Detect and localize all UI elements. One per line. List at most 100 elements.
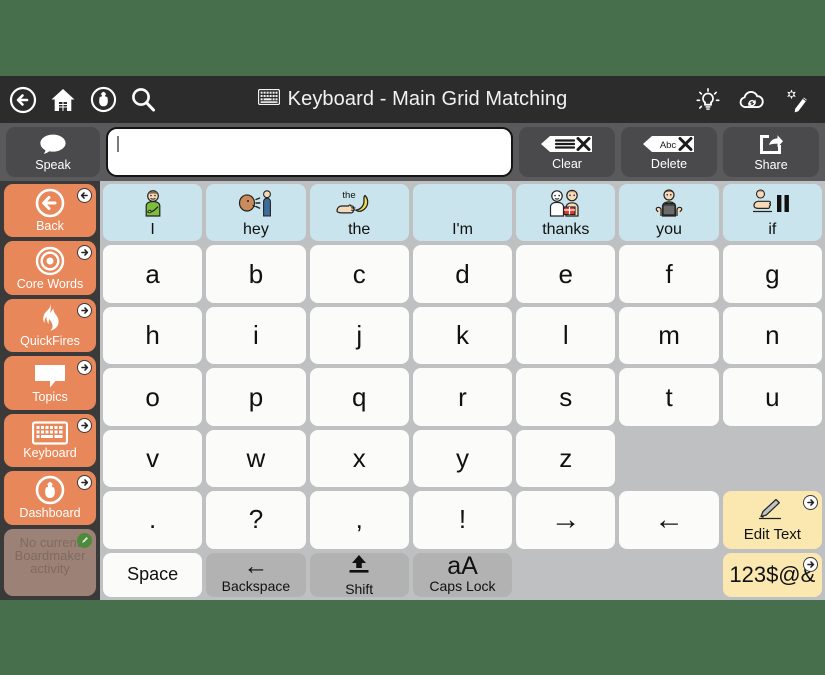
shift-arrow-icon — [344, 553, 374, 581]
key-b[interactable]: b — [206, 245, 306, 303]
prediction-cell-4[interactable]: I'm — [412, 184, 513, 242]
back-icon[interactable] — [8, 85, 38, 115]
cloud-sync-icon[interactable] — [737, 85, 767, 115]
header-right-icons — [693, 76, 811, 123]
sidebar-item-boardmaker-activity[interactable]: No current Boardmaker activity — [4, 528, 96, 596]
shift-label: Shift — [345, 580, 374, 597]
key-exclamation[interactable]: ! — [412, 491, 513, 549]
space-key[interactable]: Space — [103, 552, 203, 597]
delete-button[interactable]: Abc Delete — [621, 127, 717, 177]
prediction-label: thanks — [542, 221, 590, 239]
key-p[interactable]: p — [206, 368, 306, 426]
backspace-key[interactable]: ← Backspace — [206, 552, 306, 597]
clear-tag-icon — [539, 134, 595, 157]
hands-pointing-person-symbol — [650, 184, 688, 222]
keyboard-grid: I hey the the I'm thanks you if a b c d … — [100, 181, 825, 600]
gauge-icon — [35, 475, 65, 505]
key-s[interactable]: s — [516, 368, 616, 426]
symbols-key[interactable]: 123$@& — [722, 552, 822, 597]
magic-wand-icon[interactable] — [781, 85, 811, 115]
key-h[interactable]: h — [103, 306, 203, 365]
caps-lock-key[interactable]: aA Caps Lock — [412, 552, 513, 597]
lightbulb-icon[interactable] — [693, 85, 723, 115]
sidebar-item-label: Back — [36, 219, 64, 234]
sidebar-item-quickfires[interactable]: QuickFires — [4, 298, 96, 353]
key-comma[interactable]: , — [309, 491, 409, 549]
key-o[interactable]: o — [103, 368, 203, 426]
prediction-label: the — [348, 221, 371, 239]
search-icon[interactable] — [128, 85, 158, 115]
dashboard-gauge-icon[interactable] — [88, 85, 118, 115]
prediction-label: hey — [243, 221, 269, 239]
key-e[interactable]: e — [516, 245, 616, 303]
empty-cell — [723, 430, 822, 487]
clear-button[interactable]: Clear — [519, 127, 615, 177]
key-n[interactable]: n — [722, 306, 822, 365]
key-q[interactable]: q — [309, 368, 409, 426]
speech-bubble-icon — [33, 363, 67, 389]
key-v[interactable]: v — [103, 429, 203, 488]
message-toolbar: Speak Clear Abc Delete Share — [0, 123, 825, 181]
arrow-left-glyph: ← — [243, 552, 269, 580]
edit-text-key[interactable]: Edit Text — [722, 491, 822, 549]
key-w[interactable]: w — [206, 429, 306, 488]
key-period[interactable]: . — [103, 491, 203, 549]
sidebar-item-label: Dashboard — [19, 506, 81, 521]
share-button[interactable]: Share — [723, 127, 819, 177]
home-icon[interactable] — [48, 85, 78, 115]
sidebar-item-keyboard[interactable]: Keyboard — [4, 413, 96, 468]
keyboard-icon — [32, 421, 68, 445]
header-left-icons — [0, 85, 158, 115]
prediction-cell-6[interactable]: you — [619, 184, 719, 242]
prediction-cell-2[interactable]: hey — [206, 184, 306, 242]
pencil-icon — [755, 497, 789, 527]
page-title-text: Keyboard - Main Grid Matching — [287, 88, 568, 110]
sidebar-item-label: QuickFires — [20, 334, 80, 349]
arrow-left-glyph: ← — [654, 502, 685, 536]
sidebar-item-core-words[interactable]: Core Words — [4, 241, 96, 295]
shift-key[interactable]: Shift — [309, 552, 409, 597]
key-d[interactable]: d — [412, 245, 513, 303]
key-j[interactable]: j — [309, 306, 409, 365]
key-i[interactable]: i — [206, 306, 306, 365]
prediction-cell-1[interactable]: I — [103, 184, 203, 242]
key-question[interactable]: ? — [206, 491, 306, 549]
key-y[interactable]: y — [412, 429, 513, 488]
delete-button-label: Delete — [650, 156, 688, 171]
sidebar-item-topics[interactable]: Topics — [4, 356, 96, 410]
key-m[interactable]: m — [619, 306, 719, 365]
key-t[interactable]: t — [619, 368, 719, 426]
key-a[interactable]: a — [103, 245, 203, 303]
edit-text-label: Edit Text — [743, 526, 801, 544]
two-people-gift-symbol — [544, 184, 588, 222]
arrow-right-badge — [77, 360, 92, 376]
key-g[interactable]: g — [722, 245, 822, 303]
key-z[interactable]: z — [516, 429, 616, 488]
arrow-right-badge — [77, 475, 92, 491]
prediction-cell-7[interactable]: if — [722, 184, 822, 242]
key-x[interactable]: x — [309, 429, 409, 488]
arrow-right-glyph: → — [550, 502, 581, 536]
key-r[interactable]: r — [412, 368, 513, 426]
sidebar-item-dashboard[interactable]: Dashboard — [4, 471, 96, 525]
key-c[interactable]: c — [309, 245, 409, 303]
svg-text:the: the — [343, 190, 356, 201]
arrow-right-badge — [77, 302, 92, 318]
cursor-right-key[interactable]: → — [516, 491, 616, 549]
sidebar-item-back[interactable]: Back — [4, 184, 96, 238]
cursor-left-key[interactable]: ← — [619, 491, 719, 549]
empty-cell — [619, 553, 718, 597]
share-box-arrow-icon — [758, 133, 784, 158]
clear-button-label: Clear — [552, 156, 582, 171]
key-l[interactable]: l — [516, 306, 616, 365]
key-f[interactable]: f — [619, 245, 719, 303]
arrow-right-badge — [802, 495, 818, 511]
prediction-cell-5[interactable]: thanks — [516, 184, 616, 242]
prediction-cell-3[interactable]: the the — [309, 184, 409, 242]
speak-button[interactable]: Speak — [6, 127, 100, 177]
key-k[interactable]: k — [412, 306, 513, 365]
message-input[interactable] — [106, 127, 513, 177]
key-u[interactable]: u — [722, 368, 822, 426]
target-icon — [35, 246, 65, 276]
app-window: Keyboard - Main Grid Matching Speak Clea… — [0, 76, 825, 600]
